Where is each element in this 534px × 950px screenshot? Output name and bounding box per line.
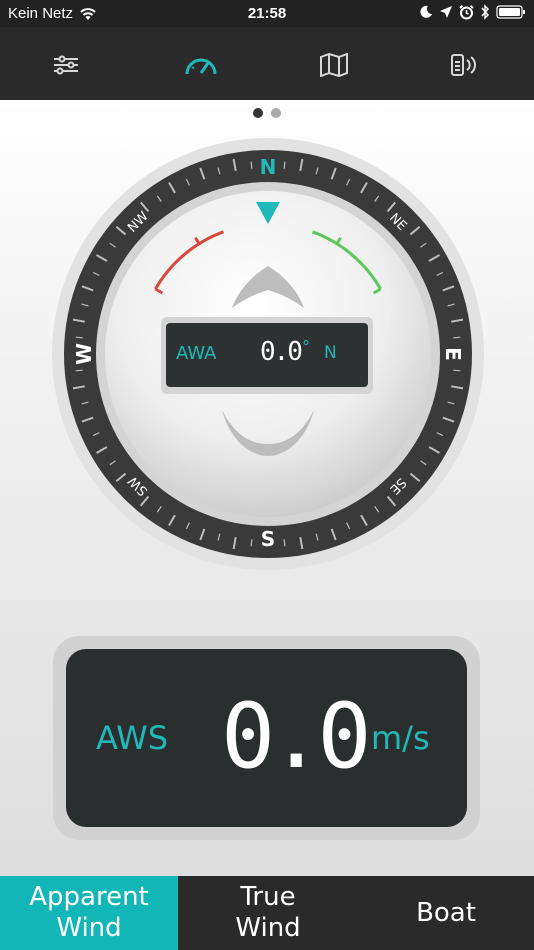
gauge-icon[interactable] bbox=[181, 45, 221, 85]
tab-true-wind[interactable]: True Wind bbox=[178, 876, 358, 950]
compass-tick bbox=[75, 336, 83, 339]
aws-value: 0.0 bbox=[221, 684, 372, 789]
moon-icon bbox=[420, 5, 432, 18]
awa-display: AWA 0.0 ° N bbox=[161, 317, 373, 394]
awa-unit: N bbox=[324, 343, 337, 363]
tab-apparent-wind[interactable]: Apparent Wind bbox=[0, 876, 178, 950]
compass-tick bbox=[75, 369, 83, 372]
bluetooth-icon bbox=[481, 4, 490, 20]
compass-tick bbox=[250, 161, 253, 169]
awa-value: 0.0 bbox=[260, 337, 303, 367]
compass-tick bbox=[283, 161, 286, 169]
compass-east-label: E bbox=[441, 347, 465, 361]
toolbar bbox=[0, 27, 534, 100]
aws-label: AWS bbox=[96, 719, 169, 757]
battery-broadcast-icon[interactable] bbox=[446, 45, 486, 85]
status-bar: Kein Netz 21:58 bbox=[0, 0, 534, 27]
compass-tick bbox=[283, 539, 286, 547]
awa-degree-symbol: ° bbox=[302, 337, 310, 356]
compass-south-label: S bbox=[261, 527, 275, 551]
compass-tick bbox=[250, 539, 253, 547]
compass-tick bbox=[453, 336, 461, 339]
compass-tick bbox=[453, 369, 461, 372]
compass-north-label: N bbox=[260, 155, 277, 179]
battery-icon bbox=[496, 5, 525, 19]
alarm-icon bbox=[459, 4, 474, 19]
instrument-panel: N S E W NE SE SW NW AWA 0.0 ° N AWS 0.0 … bbox=[0, 100, 534, 876]
aws-unit: m/s bbox=[371, 719, 430, 757]
tab-boat[interactable]: Boat bbox=[358, 876, 534, 950]
aws-display: AWS 0.0 m/s bbox=[53, 636, 480, 840]
sliders-icon[interactable] bbox=[46, 45, 86, 85]
bottom-tab-bar: Apparent Wind True Wind Boat bbox=[0, 876, 534, 950]
location-arrow-icon bbox=[440, 6, 452, 18]
compass-west-label: W bbox=[72, 343, 96, 365]
map-icon[interactable] bbox=[314, 45, 354, 85]
awa-label: AWA bbox=[176, 343, 217, 364]
